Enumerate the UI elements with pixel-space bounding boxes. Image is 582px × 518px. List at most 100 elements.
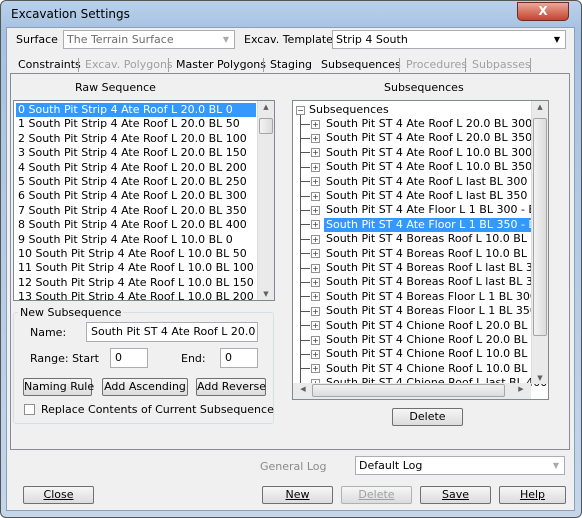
tree-item-label: South Pit ST 4 Ate Floor L 1 BL 300 - BL… bbox=[326, 203, 549, 217]
tree-item[interactable]: + South Pit ST 4 Boreas Floor L 1 BL 300 … bbox=[301, 290, 548, 304]
expand-icon[interactable]: + bbox=[311, 364, 320, 374]
raw-sequence-item[interactable]: 4 South Pit Strip 4 Ate Roof L 20.0 BL 2… bbox=[16, 161, 256, 175]
chevron-down-icon[interactable]: ▼ bbox=[548, 457, 564, 474]
tree-item[interactable]: + South Pit ST 4 Ate Floor L 1 BL 300 - B… bbox=[301, 203, 549, 217]
raw-sequence-item[interactable]: 11 South Pit Strip 4 Ate Roof L 10.0 BL … bbox=[16, 261, 256, 275]
raw-sequence-list[interactable]: ▲ ▼ 0 South Pit Strip 4 Ate Roof L 20.0 … bbox=[13, 100, 275, 301]
delete-button[interactable]: Delete bbox=[341, 486, 412, 504]
expand-icon[interactable]: + bbox=[311, 249, 320, 259]
name-input[interactable]: South Pit ST 4 Ate Roof L 20.0 BL 0 bbox=[86, 322, 258, 342]
chevron-down-icon[interactable]: ▼ bbox=[218, 31, 234, 48]
tree-item[interactable]: + South Pit ST 4 Chione Roof L 10.0 BL 40… bbox=[301, 347, 548, 361]
close-button[interactable]: Close bbox=[23, 486, 94, 504]
naming-rule-button[interactable]: Naming Rule bbox=[23, 378, 94, 396]
end-input[interactable]: 0 bbox=[220, 348, 258, 368]
tree-item[interactable]: + South Pit ST 4 Ate Roof L last BL 350 -… bbox=[301, 189, 548, 203]
expand-icon[interactable]: + bbox=[311, 349, 320, 359]
tree-item[interactable]: + South Pit ST 4 Boreas Roof L 10.0 BL 30… bbox=[301, 232, 548, 246]
expand-icon[interactable]: + bbox=[311, 306, 320, 316]
tree-item[interactable]: + South Pit ST 4 Chione Roof L 20.0 BL 40… bbox=[301, 319, 548, 333]
raw-sequence-item[interactable]: 5 South Pit Strip 4 Ate Roof L 20.0 BL 2… bbox=[16, 175, 256, 189]
tree-root[interactable]: − Subsequences bbox=[296, 103, 389, 117]
expand-icon[interactable]: + bbox=[311, 191, 320, 201]
tab-master-polygons[interactable]: Master Polygons bbox=[173, 57, 269, 73]
tab-staging[interactable]: Staging bbox=[267, 57, 315, 73]
raw-sequence-item[interactable]: 6 South Pit Strip 4 Ate Roof L 20.0 BL 3… bbox=[16, 189, 256, 203]
tree-item[interactable]: + South Pit ST 4 Boreas Roof L 10.0 BL 50… bbox=[301, 247, 548, 261]
tree-item[interactable]: + South Pit ST 4 Ate Roof L 20.0 BL 300 -… bbox=[301, 117, 548, 131]
expand-icon[interactable]: + bbox=[311, 321, 320, 331]
scroll-down-icon[interactable]: ▼ bbox=[258, 290, 274, 298]
expand-icon[interactable]: + bbox=[311, 234, 320, 244]
tree-item-label: South Pit ST 4 Ate Roof L last BL 350 - … bbox=[326, 189, 548, 202]
tree-item[interactable]: + South Pit ST 4 Ate Floor L 1 BL 350 - B… bbox=[301, 217, 548, 232]
scroll-right-icon[interactable]: ▶ bbox=[513, 385, 529, 393]
tree-line bbox=[301, 368, 310, 370]
raw-sequence-scrollbar[interactable]: ▲ ▼ bbox=[257, 101, 274, 300]
template-combo[interactable]: Strip 4 South ▼ bbox=[332, 30, 566, 49]
tab-excav-polygons[interactable]: Excav. Polygons bbox=[82, 57, 176, 73]
expand-icon[interactable]: + bbox=[311, 277, 320, 287]
tree-item[interactable]: + South Pit ST 4 Chione Roof L 10.0 BL 45… bbox=[301, 362, 548, 376]
scroll-left-icon[interactable]: ◀ bbox=[295, 385, 311, 393]
tree-item[interactable]: + South Pit ST 4 Chione Roof L 20.0 BL 45… bbox=[301, 333, 548, 347]
raw-sequence-item[interactable]: 0 South Pit Strip 4 Ate Roof L 20.0 BL 0 bbox=[16, 103, 256, 117]
tree-item[interactable]: + South Pit ST 4 Ate Roof L 10.0 BL 350 -… bbox=[301, 160, 548, 174]
raw-sequence-item[interactable]: 3 South Pit Strip 4 Ate Roof L 20.0 BL 1… bbox=[16, 146, 256, 160]
raw-sequence-item[interactable]: 7 South Pit Strip 4 Ate Roof L 20.0 BL 3… bbox=[16, 204, 256, 218]
raw-sequence-item[interactable]: 8 South Pit Strip 4 Ate Roof L 20.0 BL 4… bbox=[16, 218, 256, 232]
tree-hscrollbar[interactable]: ◀ ▶ bbox=[293, 383, 531, 399]
expand-icon[interactable]: + bbox=[311, 148, 320, 158]
collapse-icon[interactable]: − bbox=[296, 105, 305, 115]
window-close-button[interactable]: X bbox=[517, 2, 569, 21]
tree-item-label: South Pit ST 4 Ate Roof L 20.0 BL 350 - … bbox=[326, 131, 548, 145]
scroll-thumb[interactable] bbox=[312, 384, 505, 397]
raw-sequence-item[interactable]: 2 South Pit Strip 4 Ate Roof L 20.0 BL 1… bbox=[16, 132, 256, 146]
raw-sequence-item[interactable]: 13 South Pit Strip 4 Ate Roof L 10.0 BL … bbox=[16, 290, 256, 300]
raw-sequence-item[interactable]: 9 South Pit Strip 4 Ate Roof L 10.0 BL 0 bbox=[16, 233, 256, 247]
delete-subsequence-button[interactable]: Delete bbox=[392, 408, 463, 426]
tree-vscrollbar[interactable]: ▲ ▼ bbox=[531, 101, 548, 384]
scroll-up-icon[interactable]: ▲ bbox=[532, 103, 548, 111]
tree-item[interactable]: + South Pit ST 4 Boreas Floor L 1 BL 350 … bbox=[301, 304, 548, 318]
add-reverse-button[interactable]: Add Reverse bbox=[196, 378, 266, 396]
new-button[interactable]: New bbox=[262, 486, 333, 504]
subsequences-tree[interactable]: ▲ ▼ ◀ ▶ − Subsequences + South Pit ST 4 Ate… bbox=[292, 100, 549, 400]
tree-item[interactable]: + South Pit ST 4 Ate Roof L 20.0 BL 350 -… bbox=[301, 131, 548, 145]
tree-item[interactable]: + South Pit ST 4 Boreas Roof L last BL 30… bbox=[301, 261, 548, 275]
start-input[interactable]: 0 bbox=[110, 348, 148, 368]
chevron-down-icon[interactable]: ▼ bbox=[549, 31, 565, 48]
expand-icon[interactable]: + bbox=[311, 335, 320, 345]
tree-item[interactable]: + South Pit ST 4 Boreas Roof L last BL 35… bbox=[301, 275, 548, 289]
add-ascending-button[interactable]: Add Ascending bbox=[102, 378, 188, 396]
replace-contents-checkbox[interactable] bbox=[24, 404, 35, 415]
title-bar[interactable]: Excavation Settings X bbox=[1, 1, 581, 29]
expand-icon[interactable]: + bbox=[311, 220, 320, 230]
raw-sequence-item[interactable]: 1 South Pit Strip 4 Ate Roof L 20.0 BL 5… bbox=[16, 117, 256, 131]
tree-item[interactable]: + South Pit ST 4 Ate Roof L 10.0 BL 300 -… bbox=[301, 146, 548, 160]
scroll-thumb[interactable] bbox=[533, 118, 547, 336]
tab-subsequences[interactable]: Subsequences bbox=[318, 57, 404, 73]
tab-procedures[interactable]: Procedures bbox=[403, 57, 470, 73]
raw-sequence-item[interactable]: 12 South Pit Strip 4 Ate Roof L 10.0 BL … bbox=[16, 276, 256, 290]
scroll-down-icon[interactable]: ▼ bbox=[532, 374, 548, 382]
raw-sequence-item[interactable]: 10 South Pit Strip 4 Ate Roof L 10.0 BL … bbox=[16, 247, 256, 261]
scroll-up-icon[interactable]: ▲ bbox=[258, 103, 274, 111]
general-log-combo[interactable]: Default Log ▼ bbox=[355, 456, 565, 475]
expand-icon[interactable]: + bbox=[311, 119, 320, 129]
expand-icon[interactable]: + bbox=[311, 133, 320, 143]
expand-icon[interactable]: + bbox=[311, 205, 320, 215]
tree-line bbox=[301, 195, 310, 197]
expand-icon[interactable]: + bbox=[311, 292, 320, 302]
expand-icon[interactable]: + bbox=[311, 162, 320, 172]
expand-icon[interactable]: + bbox=[311, 263, 320, 273]
tab-subpasses[interactable]: Subpasses bbox=[469, 57, 534, 73]
tree-line bbox=[301, 123, 310, 125]
tree-item[interactable]: + South Pit ST 4 Ate Roof L last BL 300 -… bbox=[301, 175, 548, 189]
help-button[interactable]: Help bbox=[499, 486, 566, 504]
surface-combo[interactable]: The Terrain Surface ▼ bbox=[63, 30, 235, 49]
expand-icon[interactable]: + bbox=[311, 177, 320, 187]
scroll-thumb[interactable] bbox=[259, 118, 273, 134]
save-button[interactable]: Save bbox=[420, 486, 491, 504]
tab-constraints[interactable]: Constraints bbox=[15, 57, 84, 73]
